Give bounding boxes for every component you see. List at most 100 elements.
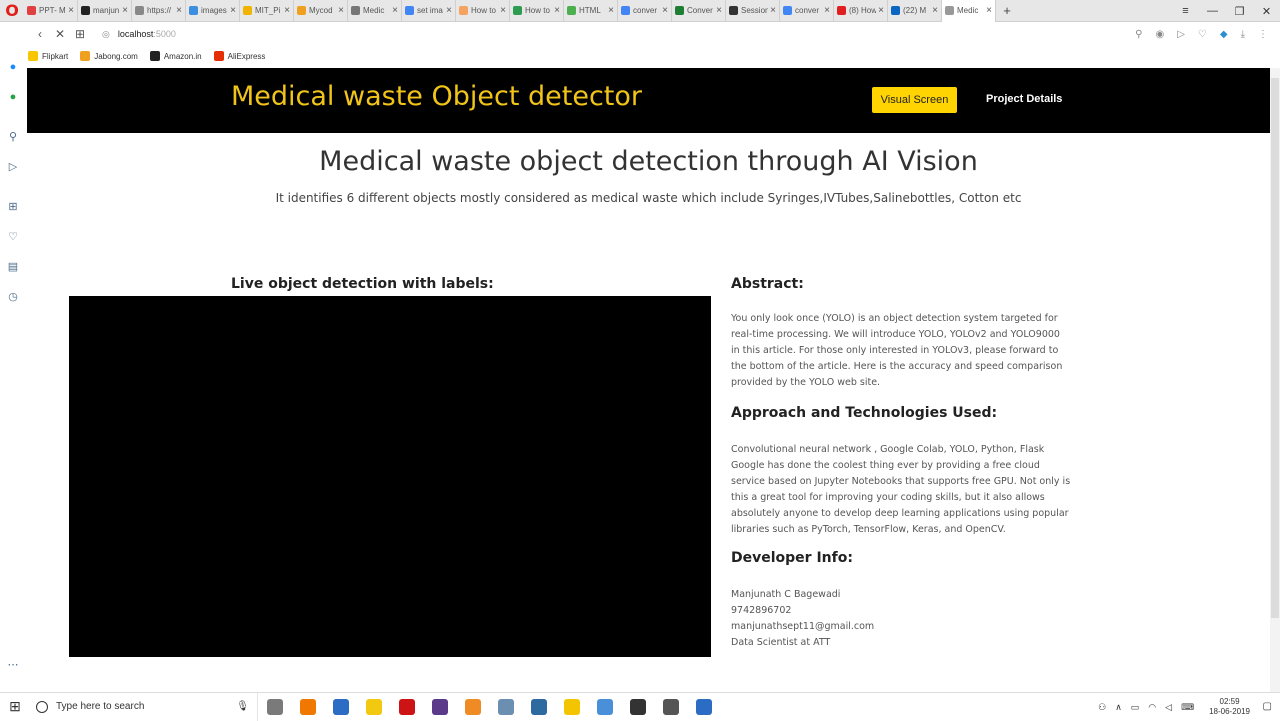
tray-expand-icon[interactable]: ∧ bbox=[1115, 702, 1122, 713]
brand-title[interactable]: Medical waste Object detector bbox=[231, 81, 642, 112]
browser-tab[interactable]: (22) M × bbox=[888, 0, 942, 22]
heart-icon[interactable]: ♡ bbox=[1198, 29, 1207, 40]
browser-tab[interactable]: How to × bbox=[510, 0, 564, 22]
taskbar-app-button[interactable] bbox=[357, 693, 390, 721]
browser-tab[interactable]: manjun × bbox=[78, 0, 132, 22]
page-scrollbar[interactable] bbox=[1270, 68, 1280, 692]
taskbar-app-button[interactable] bbox=[588, 693, 621, 721]
clock[interactable]: 02:59 18-06-2019 bbox=[1209, 697, 1250, 717]
tab-close-icon[interactable]: × bbox=[392, 5, 398, 16]
tab-close-icon[interactable]: × bbox=[338, 5, 344, 16]
tab-favicon bbox=[405, 6, 414, 15]
browser-tab[interactable]: conver × bbox=[780, 0, 834, 22]
browser-tab[interactable]: set ima × bbox=[402, 0, 456, 22]
bookmark-item[interactable]: Amazon.in bbox=[149, 51, 202, 61]
notification-icon[interactable]: ▢ bbox=[1263, 701, 1272, 712]
tab-close-icon[interactable]: × bbox=[770, 5, 776, 16]
browser-tab[interactable]: PPT- M × bbox=[24, 0, 78, 22]
browser-tab[interactable]: Mycod × bbox=[294, 0, 348, 22]
search-icon[interactable]: ⚲ bbox=[6, 130, 20, 144]
back-icon[interactable]: ‹ bbox=[30, 27, 50, 41]
tab-close-icon[interactable]: × bbox=[608, 5, 614, 16]
taskbar-app-button[interactable] bbox=[654, 693, 687, 721]
taskbar-app-button[interactable] bbox=[291, 693, 324, 721]
scrollbar-thumb[interactable] bbox=[1271, 78, 1279, 618]
keyboard-icon[interactable]: ⌨ bbox=[1181, 702, 1194, 713]
taskbar-app-button[interactable] bbox=[324, 693, 357, 721]
site-info-icon[interactable]: ◎ bbox=[102, 29, 110, 40]
browser-tab[interactable]: Medic × bbox=[942, 0, 996, 22]
browser-tab[interactable]: MIT_Pi × bbox=[240, 0, 294, 22]
messenger-icon[interactable]: ● bbox=[6, 60, 20, 74]
tab-close-icon[interactable]: × bbox=[68, 5, 74, 16]
tab-close-icon[interactable]: × bbox=[284, 5, 290, 16]
network-icon[interactable]: ◠ bbox=[1148, 702, 1156, 713]
browser-tab[interactable]: https:// × bbox=[132, 0, 186, 22]
browser-tab[interactable]: (8) How × bbox=[834, 0, 888, 22]
browser-tab[interactable]: images × bbox=[186, 0, 240, 22]
speed-dial-icon[interactable]: ⊞ bbox=[70, 27, 90, 41]
tab-close-icon[interactable]: × bbox=[986, 5, 992, 16]
restore-button[interactable]: ❐ bbox=[1226, 5, 1253, 18]
close-window-button[interactable]: ✕ bbox=[1253, 5, 1280, 18]
snapshot-icon[interactable]: ◉ bbox=[1155, 29, 1164, 40]
news-icon[interactable]: ▤ bbox=[6, 260, 20, 274]
speed-dial-sidebar-icon[interactable]: ⊞ bbox=[6, 200, 20, 214]
bookmark-item[interactable]: Jabong.com bbox=[80, 51, 138, 61]
browser-tab[interactable]: Medic × bbox=[348, 0, 402, 22]
taskbar-app-button[interactable] bbox=[687, 693, 720, 721]
bookmark-item[interactable]: AliExpress bbox=[213, 51, 265, 61]
project-details-link[interactable]: Project Details bbox=[986, 93, 1062, 105]
taskbar-app-button[interactable] bbox=[555, 693, 588, 721]
tab-close-icon[interactable]: × bbox=[446, 5, 452, 16]
tab-close-icon[interactable]: × bbox=[716, 5, 722, 16]
taskbar-app-button[interactable] bbox=[423, 693, 456, 721]
tab-close-icon[interactable]: × bbox=[878, 5, 884, 16]
browser-tab[interactable]: Conver × bbox=[672, 0, 726, 22]
vpn-icon[interactable]: ◆ bbox=[1220, 29, 1228, 40]
tab-close-icon[interactable]: × bbox=[122, 5, 128, 16]
whatsapp-icon[interactable]: ● bbox=[6, 90, 20, 104]
visual-screen-button[interactable]: Visual Screen bbox=[872, 87, 957, 113]
bookmark-item[interactable]: Flipkart bbox=[28, 51, 68, 61]
flow-icon[interactable]: ▷ bbox=[6, 160, 20, 174]
taskbar-app-button[interactable] bbox=[456, 693, 489, 721]
new-tab-button[interactable]: + bbox=[996, 3, 1018, 18]
browser-tab[interactable]: HTML × bbox=[564, 0, 618, 22]
microphone-icon[interactable]: 🎙 bbox=[236, 701, 249, 712]
zoom-icon[interactable]: ⚲ bbox=[1135, 29, 1142, 40]
taskbar-app-button[interactable] bbox=[489, 693, 522, 721]
send-icon[interactable]: ▷ bbox=[1177, 29, 1185, 40]
taskbar-search-placeholder: Type here to search bbox=[56, 701, 145, 712]
taskbar-search[interactable]: Type here to search 🎙 bbox=[30, 692, 258, 721]
taskbar-app-button[interactable] bbox=[522, 693, 555, 721]
browser-tab[interactable]: How to × bbox=[456, 0, 510, 22]
tab-close-icon[interactable]: × bbox=[230, 5, 236, 16]
stop-icon[interactable]: ✕ bbox=[50, 27, 70, 41]
history-icon[interactable]: ◷ bbox=[6, 290, 20, 304]
browser-tab[interactable]: Session × bbox=[726, 0, 780, 22]
windows-start-icon[interactable]: ⊞ bbox=[0, 698, 30, 715]
minimize-button[interactable]: — bbox=[1199, 5, 1226, 17]
taskbar-app-button[interactable] bbox=[621, 693, 654, 721]
tab-close-icon[interactable]: × bbox=[500, 5, 506, 16]
tab-close-icon[interactable]: × bbox=[662, 5, 668, 16]
download-icon[interactable]: ⤓ bbox=[1241, 29, 1245, 40]
sidebar-more-icon[interactable]: ⋯ bbox=[6, 658, 20, 672]
tab-close-icon[interactable]: × bbox=[824, 5, 830, 16]
tab-close-icon[interactable]: × bbox=[554, 5, 560, 16]
menu-icon[interactable]: ⋮ bbox=[1258, 29, 1268, 40]
battery-icon[interactable]: ▭ bbox=[1131, 702, 1140, 713]
opera-menu-icon[interactable]: O bbox=[0, 0, 24, 22]
tab-close-icon[interactable]: × bbox=[176, 5, 182, 16]
bookmarks-heart-icon[interactable]: ♡ bbox=[6, 230, 20, 244]
tab-menu-icon[interactable]: ≡ bbox=[1172, 5, 1199, 17]
taskbar-app-button[interactable] bbox=[258, 693, 291, 721]
volume-icon[interactable]: ◁ bbox=[1165, 702, 1172, 713]
taskbar-app-button[interactable] bbox=[390, 693, 423, 721]
tab-close-icon[interactable]: × bbox=[932, 5, 938, 16]
url-field[interactable]: ◎ localhost:5000 bbox=[102, 29, 176, 40]
url-port: :5000 bbox=[153, 29, 176, 39]
browser-tab[interactable]: conver × bbox=[618, 0, 672, 22]
people-icon[interactable]: ⚇ bbox=[1098, 702, 1106, 713]
